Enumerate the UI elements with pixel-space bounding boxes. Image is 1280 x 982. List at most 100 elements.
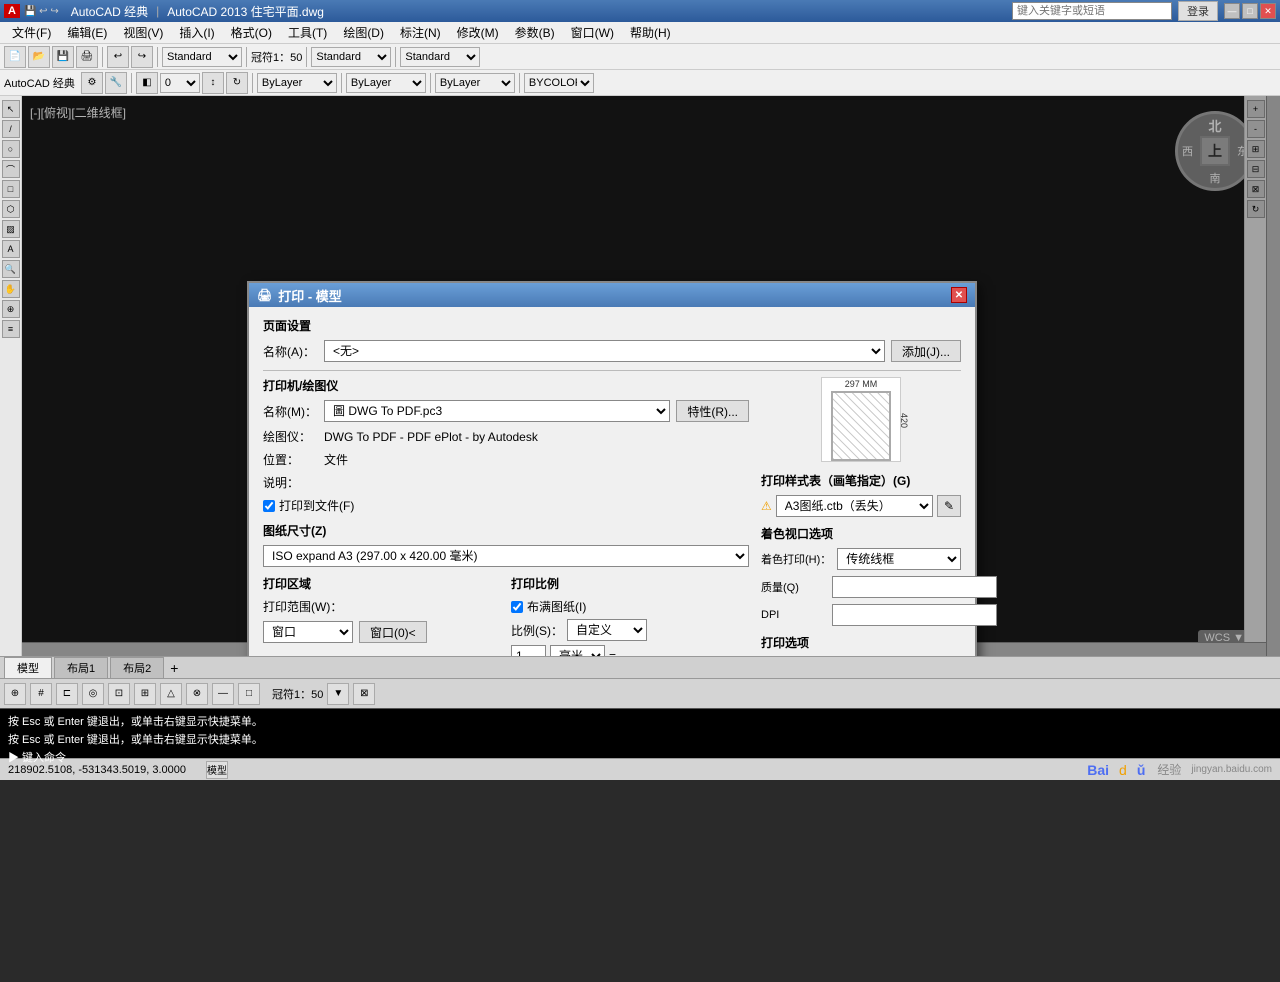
tab-model[interactable]: 模型 [4, 657, 52, 678]
maximize-btn[interactable]: □ [1242, 3, 1258, 19]
menu-draw[interactable]: 绘图(D) [335, 22, 392, 43]
style-edit-btn[interactable]: ✎ [937, 495, 961, 517]
snap-toggle[interactable]: ⊕ [4, 683, 26, 705]
baidu-domain: jingyan.baidu.com [1191, 764, 1272, 775]
draw-rect[interactable]: □ [2, 180, 20, 198]
statusbar-right: Bai d ǔ 经验 jingyan.baidu.com [1087, 761, 1272, 778]
new-btn[interactable]: 📄 [4, 46, 26, 68]
draw-hatch[interactable]: ▨ [2, 220, 20, 238]
lw-toggle[interactable]: — [212, 683, 234, 705]
print-to-file-cb[interactable] [263, 500, 275, 512]
layer-dropdown[interactable]: 0 [160, 73, 200, 93]
page-setup-name-select[interactable]: <无> [324, 340, 885, 362]
paper-preview: 297 MM 420 [821, 377, 901, 462]
sep10 [519, 73, 520, 93]
menu-edit[interactable]: 编辑(E) [59, 22, 115, 43]
login-btn[interactable]: 登录 [1178, 1, 1218, 21]
menu-tools[interactable]: 工具(T) [280, 22, 335, 43]
style-dropdown2[interactable]: Standard [311, 47, 391, 67]
tab-layout1[interactable]: 布局1 [54, 657, 108, 678]
menu-modify[interactable]: 修改(M) [449, 22, 507, 43]
printer-properties-btn[interactable]: 特性(R)... [676, 400, 749, 422]
settings-icon[interactable]: ⚙ [81, 72, 103, 94]
dyn-toggle[interactable]: ⊗ [186, 683, 208, 705]
print-to-file-label: 打印到文件(F) [279, 497, 354, 514]
menu-help[interactable]: 帮助(H) [622, 22, 679, 43]
pan-tool[interactable]: ✋ [2, 280, 20, 298]
save-btn[interactable]: 💾 [52, 46, 74, 68]
add-tab-btn[interactable]: + [170, 660, 178, 676]
menu-view[interactable]: 视图(V) [115, 22, 171, 43]
undo-btn[interactable]: ↩ [107, 46, 129, 68]
style-dropdown3[interactable]: Standard [400, 47, 480, 67]
scale-equal: = [609, 649, 616, 656]
draw-poly[interactable]: ⬡ [2, 200, 20, 218]
dialog-left-col: 打印机/绘图仪 名称(M)： 圖 DWG To PDF.pc3 特性(R)...… [263, 377, 749, 656]
workspace-icon[interactable]: ⊠ [353, 683, 375, 705]
printer-name-select[interactable]: 圖 DWG To PDF.pc3 [324, 400, 670, 422]
minimize-btn[interactable]: — [1224, 3, 1240, 19]
print-btn[interactable]: 🖨 [76, 46, 98, 68]
scale-select[interactable]: 自定义 [567, 619, 647, 641]
color-dropdown[interactable]: ByLayer [257, 73, 337, 93]
ortho-toggle[interactable]: ⊏ [56, 683, 78, 705]
open-btn[interactable]: 📂 [28, 46, 50, 68]
paper-size-select[interactable]: ISO expand A3 (297.00 x 420.00 毫米) [263, 545, 749, 567]
menu-dimension[interactable]: 标注(N) [392, 22, 449, 43]
draw-circle[interactable]: ○ [2, 140, 20, 158]
menu-format[interactable]: 格式(O) [223, 22, 280, 43]
scale-icon[interactable]: ▼ [327, 683, 349, 705]
redo-btn[interactable]: ↪ [131, 46, 153, 68]
cursor-tool[interactable]: ↖ [2, 100, 20, 118]
scale-unit1[interactable]: 毫米 [550, 645, 605, 656]
polar-toggle[interactable]: ◎ [82, 683, 104, 705]
command-line[interactable]: 按 Esc 或 Enter 键退出，或单击右键显示快捷菜单。 按 Esc 或 E… [0, 708, 1280, 758]
print-range-select[interactable]: 窗口 [263, 621, 353, 643]
dialog-title-bar: 🖨 打印 - 模型 ✕ [249, 283, 975, 307]
tpt-toggle[interactable]: □ [238, 683, 260, 705]
draw-arc[interactable]: ⌒ [2, 160, 20, 178]
tab-layout2[interactable]: 布局2 [110, 657, 164, 678]
fit-paper-cb[interactable] [511, 601, 523, 613]
warning-icon: ⚠ [761, 499, 772, 513]
search-input[interactable] [1012, 2, 1172, 20]
snap-tool[interactable]: ⊕ [2, 300, 20, 318]
model-toggle[interactable]: 模型 [206, 761, 228, 779]
print-scale-section: 打印比例 布满图纸(I) 比例(S)： 自定义 [511, 575, 749, 656]
draw-text[interactable]: A [2, 240, 20, 258]
baidu-logo: Bai [1087, 762, 1109, 778]
toolbar-row-1: 📄 📂 💾 🖨 ↩ ↪ Standard 冠符1：50 Standard Sta… [0, 44, 1280, 70]
window-btn[interactable]: 窗口(0)< [359, 621, 427, 643]
prop-tool[interactable]: ≡ [2, 320, 20, 338]
print-color-dropdown[interactable]: BYCOLOR [524, 73, 594, 93]
grid-toggle[interactable]: # [30, 683, 52, 705]
dialog-close-btn[interactable]: ✕ [951, 287, 967, 303]
print-range-label: 打印范围(W)： [263, 598, 342, 615]
linetype-dropdown[interactable]: ByLayer [346, 73, 426, 93]
zoom-tool[interactable]: 🔍 [2, 260, 20, 278]
tools-icon[interactable]: 🔧 [105, 72, 127, 94]
shade-select[interactable]: 传统线框 [837, 548, 961, 570]
scale-value1[interactable] [511, 645, 546, 656]
draw-line[interactable]: / [2, 120, 20, 138]
canvas-area[interactable]: [-][俯视][二维线框] 北 南 东 西 上 WCS ▼ + - ⊞ ⊟ ⊠ [22, 96, 1280, 656]
quality-row: 质量(Q) [761, 576, 961, 598]
rotate-icon[interactable]: ↻ [226, 72, 248, 94]
menu-param[interactable]: 参数(B) [507, 22, 563, 43]
osnap-toggle[interactable]: ⊡ [108, 683, 130, 705]
otrack-toggle[interactable]: ⊞ [134, 683, 156, 705]
sep5 [395, 47, 396, 67]
quality-input[interactable] [832, 576, 997, 598]
menu-file[interactable]: 文件(F) [4, 22, 59, 43]
style-dropdown[interactable]: Standard [162, 47, 242, 67]
ducs-toggle[interactable]: △ [160, 683, 182, 705]
layer-icon[interactable]: ◧ [136, 72, 158, 94]
print-style-select[interactable]: A3图纸.ctb（丢失） [776, 495, 933, 517]
add-page-setup-btn[interactable]: 添加(J)... [891, 340, 961, 362]
move-icon[interactable]: ↕ [202, 72, 224, 94]
menu-window[interactable]: 窗口(W) [563, 22, 622, 43]
menu-insert[interactable]: 插入(I) [171, 22, 222, 43]
dpi-input[interactable] [832, 604, 997, 626]
close-btn[interactable]: ✕ [1260, 3, 1276, 19]
lineweight-dropdown[interactable]: ByLayer [435, 73, 515, 93]
